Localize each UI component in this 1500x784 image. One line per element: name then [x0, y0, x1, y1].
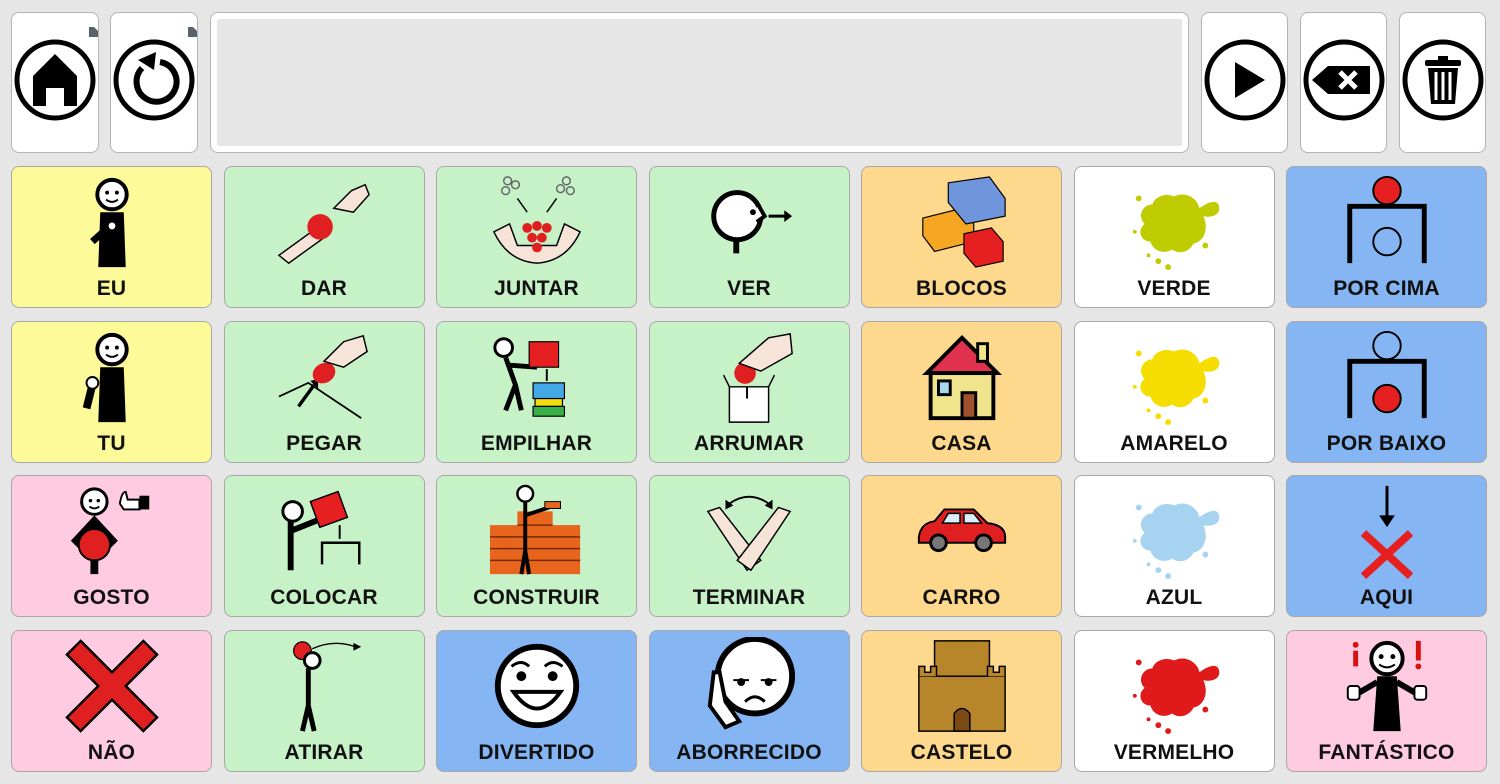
- red-splash-icon: [1122, 637, 1226, 735]
- person-me-icon: [60, 173, 164, 271]
- backspace-icon: [1302, 38, 1386, 127]
- symbol-label: PEGAR: [286, 431, 362, 455]
- build-icon: [485, 482, 589, 580]
- symbol-label: ABORRECIDO: [676, 740, 822, 764]
- gather-icon: [485, 173, 589, 271]
- place-icon: [272, 482, 376, 580]
- symbol-cell-fantástico[interactable]: FANTÁSTICO: [1286, 629, 1487, 772]
- symbol-cell-tu[interactable]: TU: [11, 320, 212, 463]
- symbol-cell-blocos[interactable]: BLOCOS: [861, 166, 1062, 308]
- symbol-cell-azul[interactable]: AZUL: [1073, 475, 1275, 617]
- play-icon: [1203, 38, 1287, 127]
- symbol-label: ATIRAR: [284, 740, 364, 764]
- symbol-cell-castelo[interactable]: CASTELO: [861, 629, 1062, 772]
- under-icon: [1335, 328, 1439, 426]
- message-bar-text: [217, 19, 1182, 146]
- symbol-label: BLOCOS: [915, 277, 1008, 300]
- car-icon: [910, 482, 1014, 580]
- symbol-label: VER: [727, 277, 771, 300]
- undo-icon: [112, 38, 196, 127]
- symbol-label: CARRO: [922, 586, 1001, 609]
- bored-face-icon: [697, 635, 801, 735]
- symbol-label: AMARELO: [1120, 431, 1228, 455]
- symbol-cell-casa[interactable]: CASA: [861, 320, 1062, 463]
- symbol-label: COLOCAR: [270, 586, 378, 609]
- symbol-cell-aqui[interactable]: AQUI: [1286, 475, 1487, 617]
- clear-button[interactable]: [1399, 12, 1486, 153]
- backspace-button[interactable]: [1300, 12, 1387, 153]
- symbol-cell-eu[interactable]: EU: [11, 166, 212, 308]
- here-icon: [1335, 482, 1439, 580]
- symbol-label: CONSTRUIR: [473, 586, 600, 609]
- home-button[interactable]: [11, 12, 99, 153]
- symbol-cell-carro[interactable]: CARRO: [861, 475, 1062, 617]
- symbol-cell-atirar[interactable]: ATIRAR: [223, 629, 425, 772]
- green-splash-icon: [1122, 173, 1226, 271]
- symbol-label: DAR: [300, 277, 348, 300]
- trash-icon: [1401, 38, 1485, 127]
- home-icon: [13, 38, 97, 127]
- on-top-icon: [1335, 173, 1439, 271]
- symbol-label: EU: [96, 277, 127, 300]
- symbol-label: TU: [97, 431, 126, 455]
- symbol-cell-verde[interactable]: VERDE: [1073, 166, 1275, 308]
- symbol-label: JUNTAR: [494, 277, 579, 300]
- symbol-cell-não[interactable]: NÃO: [11, 629, 212, 772]
- symbol-label: ARRUMAR: [694, 431, 804, 455]
- symbol-cell-amarelo[interactable]: AMARELO: [1073, 320, 1275, 463]
- person-you-icon: [60, 328, 164, 426]
- back-button[interactable]: [110, 12, 198, 153]
- no-icon: [60, 637, 164, 735]
- blue-splash-icon: [1122, 482, 1226, 580]
- symbol-cell-vermelho[interactable]: VERMELHO: [1073, 629, 1275, 772]
- put-away-icon: [697, 328, 801, 426]
- symbol-cell-construir[interactable]: CONSTRUIR: [436, 475, 637, 617]
- symbol-label: POR BAIXO: [1326, 431, 1447, 455]
- symbol-cell-por-baixo[interactable]: POR BAIXO: [1286, 320, 1487, 463]
- speak-button[interactable]: [1201, 12, 1288, 153]
- symbol-label: TERMINAR: [692, 586, 806, 609]
- symbol-cell-divertido[interactable]: DIVERTIDO: [436, 629, 637, 772]
- symbol-cell-gosto[interactable]: GOSTO: [11, 475, 212, 617]
- symbol-label: VERDE: [1137, 277, 1211, 300]
- give-icon: [272, 173, 376, 271]
- pick-up-icon: [272, 328, 376, 426]
- edit-marker-icon: [89, 27, 98, 37]
- symbol-label: AZUL: [1145, 586, 1203, 609]
- symbol-label: VERMELHO: [1113, 740, 1235, 764]
- stack-icon: [485, 328, 589, 426]
- symbol-cell-empilhar[interactable]: EMPILHAR: [436, 320, 637, 463]
- blocks-icon: [910, 173, 1014, 271]
- symbol-cell-ver[interactable]: VER: [648, 166, 850, 308]
- symbol-label: GOSTO: [73, 586, 150, 609]
- symbol-cell-dar[interactable]: DAR: [223, 166, 425, 308]
- symbol-cell-arrumar[interactable]: ARRUMAR: [648, 320, 850, 463]
- symbol-cell-juntar[interactable]: JUNTAR: [436, 166, 637, 308]
- symbol-label: DIVERTIDO: [478, 740, 595, 764]
- throw-icon: [272, 637, 376, 735]
- symbol-label: CASTELO: [910, 740, 1013, 764]
- fantastic-icon: [1335, 637, 1439, 735]
- castle-icon: [910, 637, 1014, 735]
- symbol-cell-pegar[interactable]: PEGAR: [223, 320, 425, 463]
- symbol-cell-por-cima[interactable]: POR CIMA: [1286, 166, 1487, 308]
- message-bar[interactable]: [210, 12, 1189, 153]
- symbol-label: NÃO: [87, 740, 136, 764]
- like-icon: [60, 482, 164, 580]
- symbol-cell-colocar[interactable]: COLOCAR: [223, 475, 425, 617]
- house-icon: [910, 328, 1014, 426]
- symbol-label: FANTÁSTICO: [1318, 740, 1455, 764]
- finish-icon: [697, 482, 801, 580]
- symbol-label: POR CIMA: [1333, 277, 1440, 300]
- symbol-label: EMPILHAR: [480, 431, 593, 455]
- symbol-label: AQUI: [1359, 586, 1414, 609]
- edit-marker-icon: [188, 27, 197, 37]
- see-icon: [697, 173, 801, 271]
- symbol-cell-aborrecido[interactable]: ABORRECIDO: [648, 629, 850, 772]
- symbol-label: CASA: [931, 431, 992, 455]
- symbol-cell-terminar[interactable]: TERMINAR: [648, 475, 850, 617]
- yellow-splash-icon: [1122, 328, 1226, 426]
- fun-face-icon: [485, 637, 589, 735]
